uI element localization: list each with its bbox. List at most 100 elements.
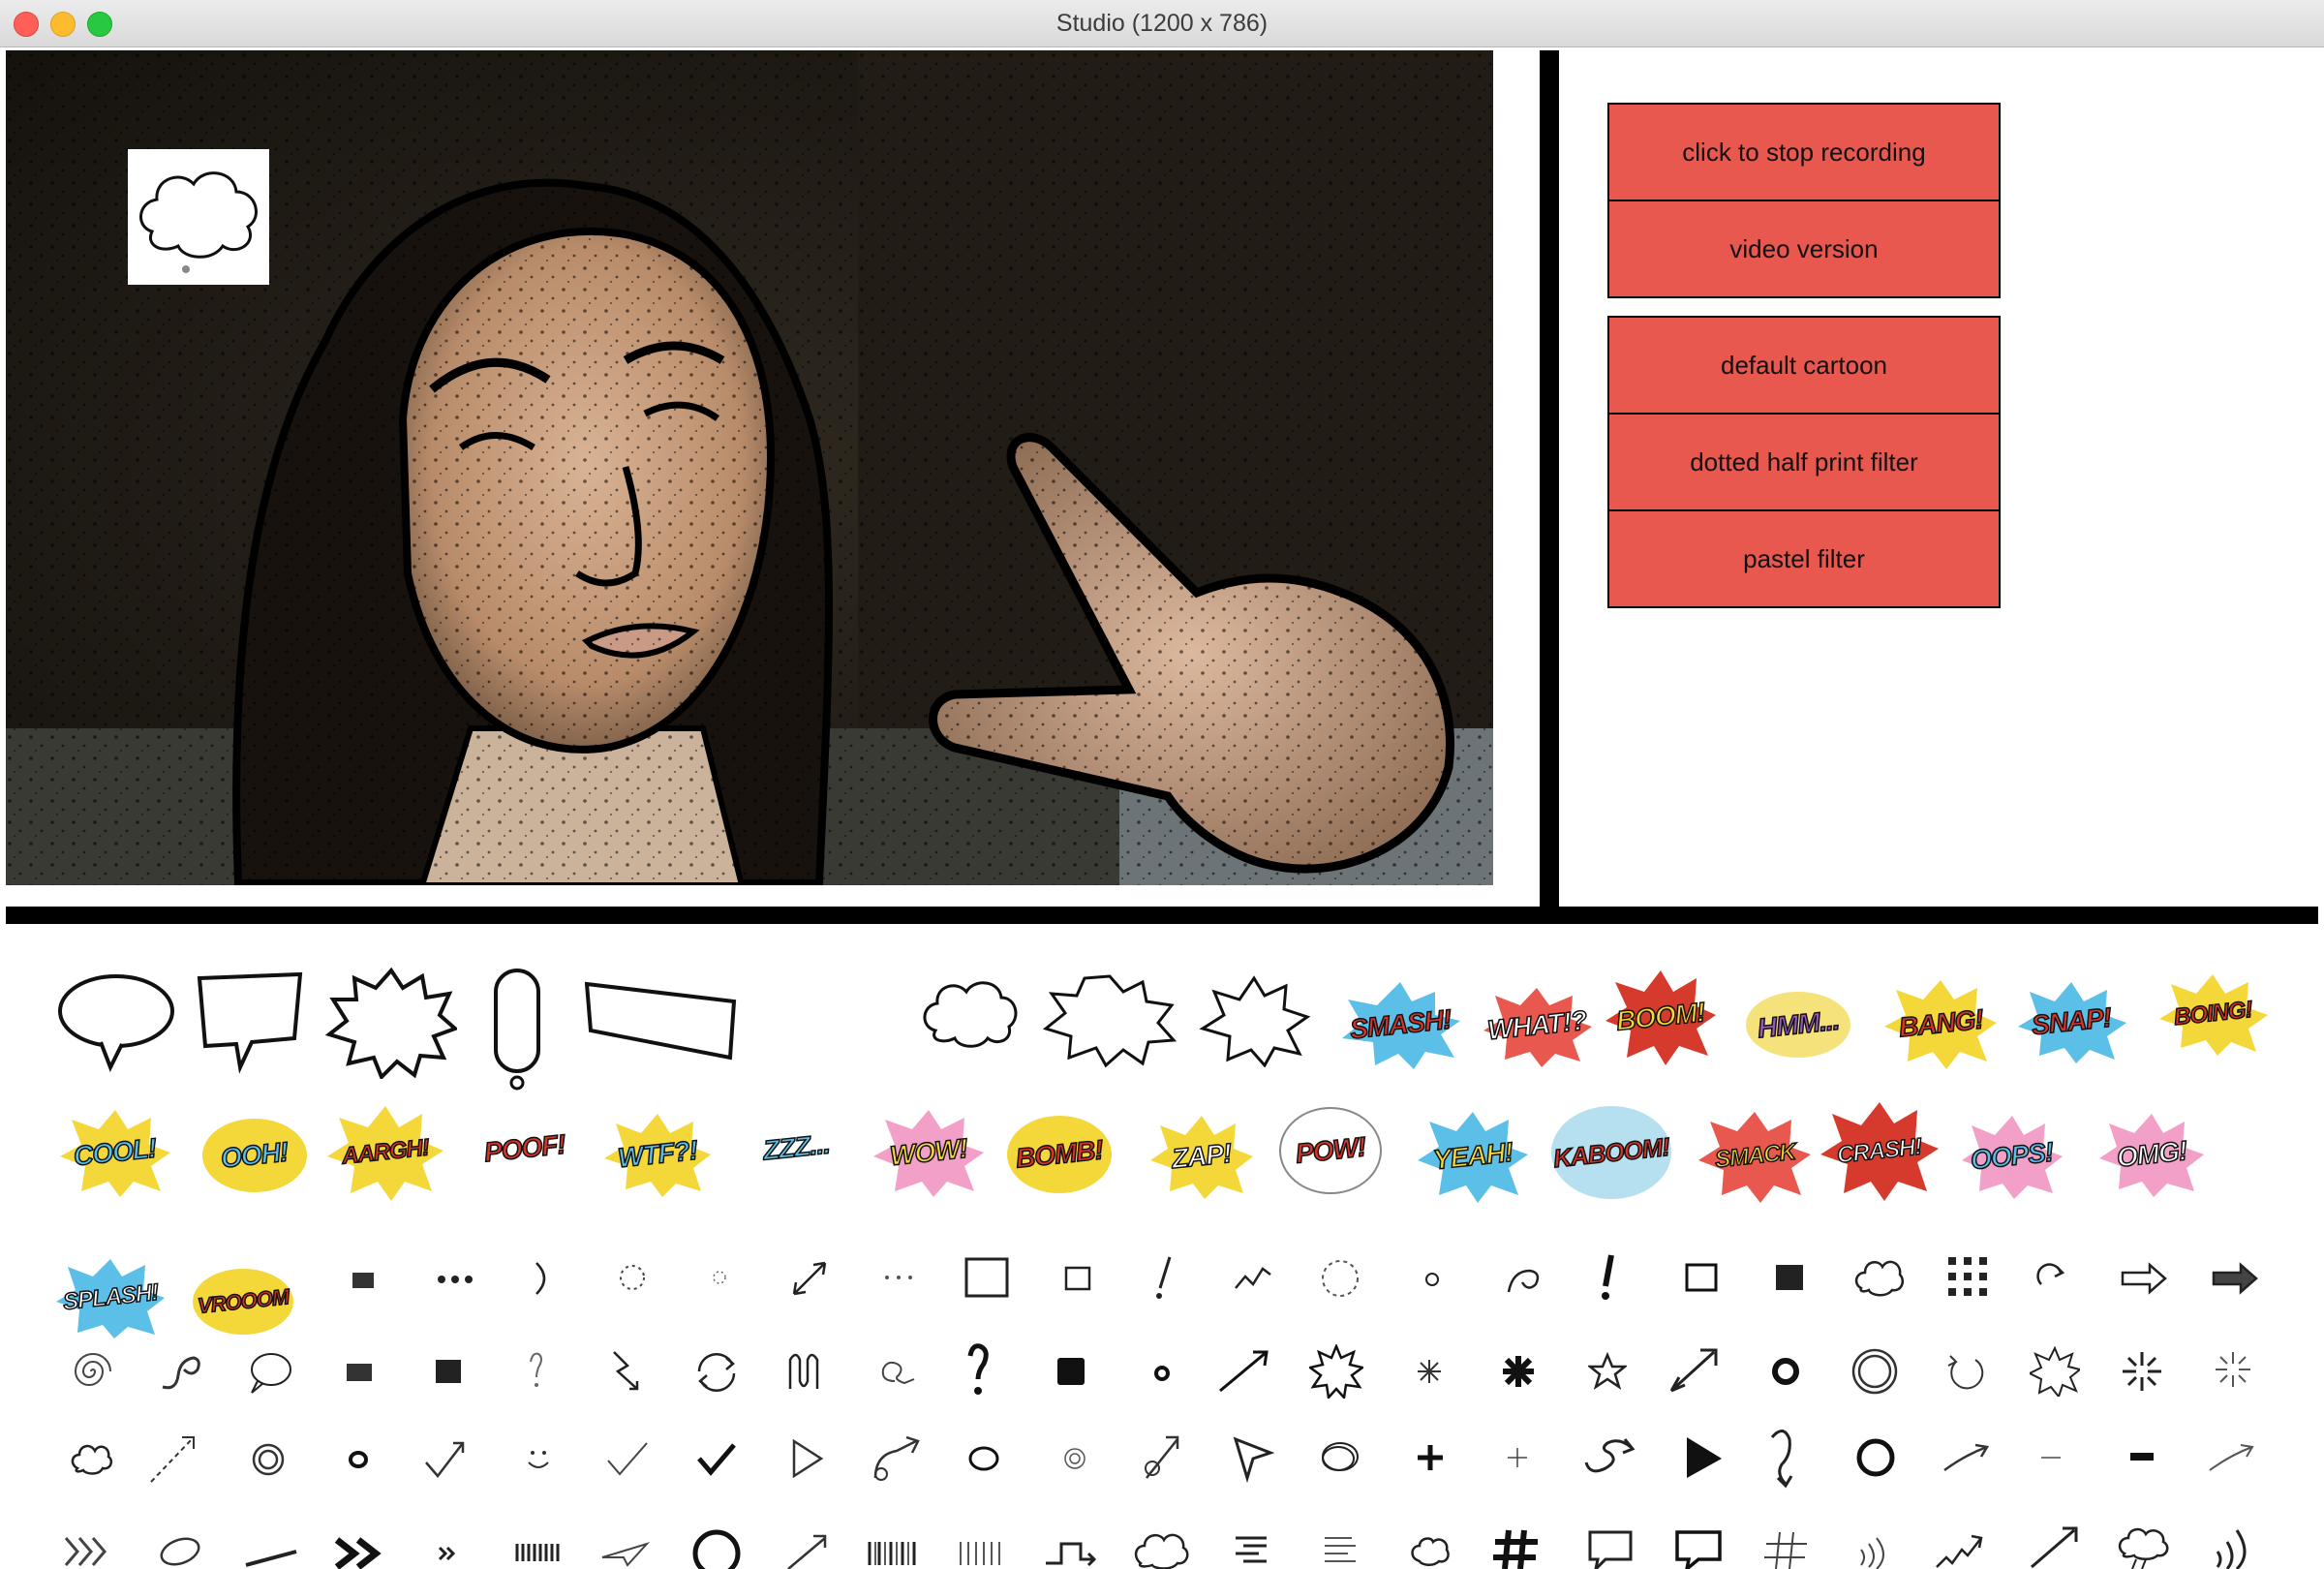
star-burst-icon[interactable] xyxy=(2030,1346,2080,1397)
boom-sticker[interactable]: BOOM! xyxy=(1604,967,1718,1067)
angular-speech-bubble-icon[interactable] xyxy=(194,970,306,1077)
exclamation-line-icon[interactable] xyxy=(1152,1253,1176,1302)
loop-icon[interactable] xyxy=(875,1352,918,1393)
small-circle-icon[interactable] xyxy=(1422,1269,1443,1290)
small-star-burst-icon[interactable] xyxy=(1416,1358,1443,1385)
squiggle-icon[interactable] xyxy=(157,1348,205,1397)
star-outline-icon[interactable] xyxy=(1588,1352,1627,1391)
spiky-cloud-icon[interactable] xyxy=(1042,972,1177,1069)
hatched-bar-icon[interactable] xyxy=(511,1538,566,1567)
small-dashed-circle-icon[interactable] xyxy=(709,1267,730,1288)
oops-sticker[interactable]: OOPS! xyxy=(1960,1112,2064,1201)
diagonal-arrow-icon[interactable] xyxy=(1214,1346,1272,1397)
curly-arrow-icon[interactable] xyxy=(1580,1433,1636,1482)
video-version-button[interactable]: video version xyxy=(1609,201,1999,296)
scribble-circle-icon[interactable] xyxy=(1315,1433,1363,1482)
storm-cloud-icon[interactable] xyxy=(2115,1524,2171,1569)
text-lines-icon[interactable] xyxy=(1230,1532,1272,1569)
double-arrow-icon[interactable] xyxy=(788,1257,831,1300)
tall-bubble-icon[interactable] xyxy=(488,967,546,1092)
rotate-arrow-icon[interactable] xyxy=(2034,1261,2068,1296)
default-cartoon-button[interactable]: default cartoon xyxy=(1609,318,1999,415)
speech-square-icon[interactable] xyxy=(1586,1528,1635,1569)
explosion-bubble-icon[interactable] xyxy=(325,967,457,1079)
lines-icon[interactable] xyxy=(1319,1532,1361,1569)
small-cloud-icon[interactable] xyxy=(68,1439,114,1480)
smile-icon[interactable] xyxy=(521,1441,556,1476)
dash-bold-icon[interactable] xyxy=(2128,1449,2156,1464)
smack-sticker[interactable]: SMACK xyxy=(1697,1108,1813,1205)
hook-arrow-icon[interactable] xyxy=(1764,1426,1803,1490)
exclamation-icon[interactable] xyxy=(1598,1251,1621,1302)
video-preview[interactable] xyxy=(6,50,1493,885)
oval-tilted-icon[interactable] xyxy=(155,1532,205,1569)
swoosh-arrow-icon[interactable] xyxy=(2206,1441,2256,1474)
thick-ring-icon[interactable] xyxy=(1768,1354,1803,1389)
shaded-arrow-right-icon[interactable] xyxy=(2210,1261,2260,1296)
sparkle-icon[interactable] xyxy=(2119,1348,2165,1395)
double-ring-icon[interactable] xyxy=(1850,1346,1900,1397)
question-outline-icon[interactable] xyxy=(527,1350,546,1393)
thin-sparkle-icon[interactable] xyxy=(2212,1348,2254,1391)
asterisk-icon[interactable] xyxy=(1499,1352,1538,1391)
bomb-sticker[interactable]: BOMB! xyxy=(1003,1110,1116,1199)
bang-sticker[interactable]: BANG! xyxy=(1882,976,1999,1071)
step-arrow-icon[interactable] xyxy=(1042,1534,1100,1569)
thought-cloud-icon[interactable] xyxy=(916,970,1023,1058)
dark-square-icon[interactable] xyxy=(432,1356,465,1387)
dots-icon[interactable] xyxy=(879,1265,918,1290)
ellipsis-icon[interactable] xyxy=(434,1265,476,1294)
vrooom-sticker[interactable]: VROOOM xyxy=(190,1263,296,1340)
bold-ring-icon[interactable] xyxy=(345,1447,372,1472)
cloud-large-icon[interactable] xyxy=(1131,1528,1191,1569)
dotted-half-print-button[interactable]: dotted half print filter xyxy=(1609,415,1999,511)
zzz-sticker[interactable]: ZZZ... xyxy=(740,1106,852,1189)
curve-arrow-icon[interactable] xyxy=(529,1259,558,1298)
loop-arrow-icon[interactable] xyxy=(1503,1257,1545,1300)
dashed-arrow-icon[interactable] xyxy=(145,1430,201,1488)
thick-circle-icon[interactable] xyxy=(1853,1435,1898,1480)
kaboom-sticker[interactable]: KABOOM! xyxy=(1547,1100,1675,1205)
oval-outline-icon[interactable] xyxy=(964,1441,1003,1476)
crash-sticker[interactable]: CRASH! xyxy=(1819,1098,1941,1205)
speech-bubble-icon[interactable] xyxy=(54,970,178,1077)
cool-sticker[interactable]: COOL! xyxy=(58,1106,172,1199)
dash-thin-icon[interactable] xyxy=(2037,1453,2064,1462)
barcode-icon[interactable] xyxy=(866,1536,924,1569)
plus-bold-icon[interactable] xyxy=(1414,1441,1447,1474)
bold-circle-icon[interactable] xyxy=(689,1526,744,1569)
ring-icon[interactable] xyxy=(1150,1362,1174,1385)
omg-sticker[interactable]: OMG! xyxy=(2097,1110,2206,1199)
outline-arrow-right-icon[interactable] xyxy=(2119,1261,2169,1296)
swoosh-icon[interactable] xyxy=(1941,1441,1991,1474)
boing-sticker[interactable]: BOING! xyxy=(2156,970,2270,1058)
ooh-sticker[interactable]: OOH! xyxy=(199,1112,310,1199)
tally-lines-icon[interactable] xyxy=(955,1536,1013,1569)
square-outline-icon[interactable] xyxy=(1683,1261,1720,1294)
speech-rect-icon[interactable] xyxy=(1673,1528,1724,1569)
refresh-arrows-icon[interactable] xyxy=(691,1348,742,1397)
square-scribble-icon[interactable] xyxy=(349,1265,378,1294)
black-square-icon[interactable] xyxy=(1054,1354,1088,1389)
question-mark-icon[interactable] xyxy=(964,1342,994,1399)
wtf-sticker[interactable]: WTF?! xyxy=(602,1110,713,1199)
wavy-lines-icon[interactable] xyxy=(782,1346,825,1397)
chevrons-outline-icon[interactable] xyxy=(62,1532,120,1569)
up-right-arrow-icon[interactable] xyxy=(782,1530,831,1569)
wow-sticker[interactable]: WOW! xyxy=(872,1106,986,1199)
target-icon[interactable] xyxy=(1061,1445,1088,1472)
arrow-up-right-icon[interactable] xyxy=(1666,1346,1720,1397)
puff-cloud-icon[interactable] xyxy=(1408,1532,1451,1569)
square-frame-icon[interactable] xyxy=(963,1255,1011,1300)
sound-waves-icon[interactable] xyxy=(1853,1530,1892,1569)
starburst-outline-icon[interactable] xyxy=(1309,1344,1363,1399)
yeah-sticker[interactable]: YEAH! xyxy=(1416,1108,1530,1205)
spiral-icon[interactable] xyxy=(70,1348,116,1395)
checkmark-icon[interactable] xyxy=(695,1439,738,1478)
paper-plane-icon[interactable] xyxy=(598,1538,653,1569)
smash-sticker[interactable]: SMASH! xyxy=(1334,978,1466,1071)
double-chevron-icon[interactable] xyxy=(333,1534,385,1569)
pastel-filter-button[interactable]: pastel filter xyxy=(1609,511,1999,606)
curved-arrow-icon[interactable] xyxy=(870,1431,924,1484)
small-square-icon[interactable] xyxy=(1061,1263,1094,1294)
